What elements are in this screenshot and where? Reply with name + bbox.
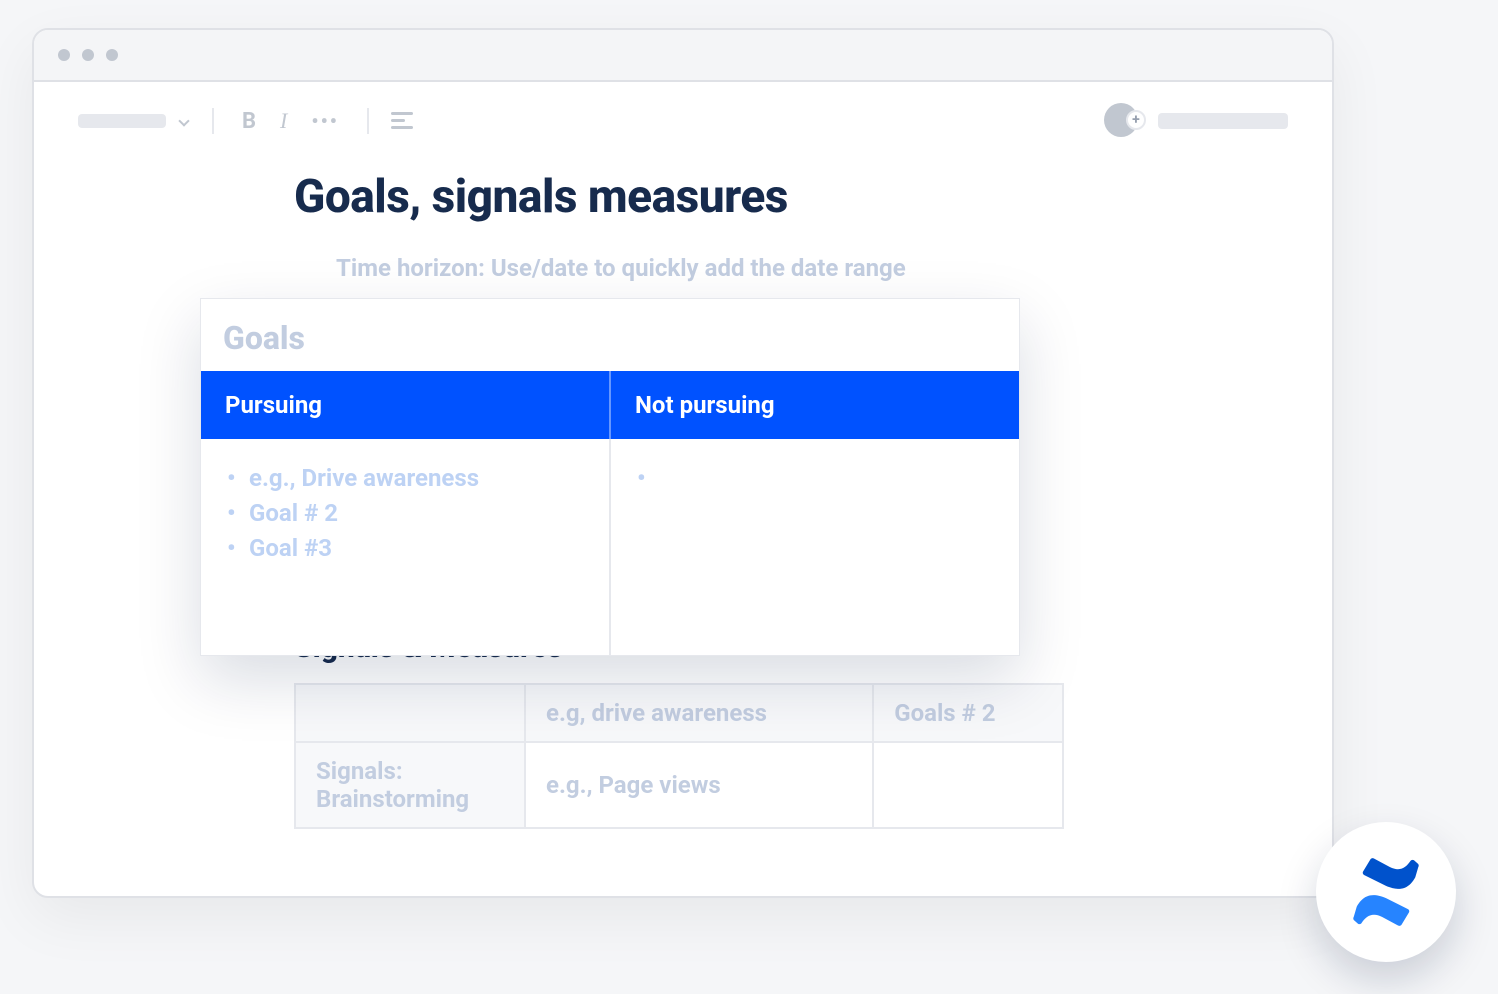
divider	[367, 108, 369, 134]
align-left-icon[interactable]	[391, 112, 413, 130]
editor-toolbar: B I ••• +	[34, 82, 1332, 160]
confluence-logo-chip	[1316, 822, 1456, 962]
goals-col-notpursuing-header: Not pursuing	[609, 371, 1019, 439]
goals-pursuing-cell[interactable]: e.g., Drive awareness Goal # 2 Goal #3	[201, 439, 609, 655]
goals-panel-title: Goals	[201, 299, 1019, 371]
goals-body: e.g., Drive awareness Goal # 2 Goal #3	[201, 439, 1019, 655]
goals-notpursuing-cell[interactable]	[609, 439, 1019, 655]
avatar-stack[interactable]: +	[1104, 103, 1140, 139]
table-row-label[interactable]: Signals: Brainstorming	[295, 742, 525, 828]
more-format-button[interactable]: •••	[305, 111, 345, 131]
text-style-select[interactable]	[78, 114, 166, 128]
table-cell[interactable]: e.g., Page views	[525, 742, 873, 828]
italic-button[interactable]: I	[274, 108, 293, 134]
titlebar	[34, 30, 1332, 82]
time-horizon-hint[interactable]: Time horizon: Use/date to quickly add th…	[294, 254, 1268, 282]
list-item[interactable]: Goal # 2	[219, 496, 591, 531]
toolbar-left: B I •••	[78, 108, 413, 134]
pursuing-list: e.g., Drive awareness Goal # 2 Goal #3	[219, 461, 591, 565]
publish-button[interactable]	[1158, 113, 1288, 129]
table-cell[interactable]	[873, 742, 1063, 828]
toolbar-right: +	[1104, 103, 1288, 139]
page-title[interactable]: Goals, signals measures	[294, 170, 1268, 224]
table-row: Signals: Brainstorming e.g., Page views	[295, 742, 1063, 828]
add-collaborator-button[interactable]: +	[1126, 110, 1146, 130]
traffic-min-icon[interactable]	[82, 49, 94, 61]
table-header[interactable]: e.g, drive awareness	[525, 684, 873, 742]
table-row: e.g, drive awareness Goals # 2	[295, 684, 1063, 742]
goals-panel: Goals Pursuing Not pursuing e.g., Drive …	[200, 298, 1020, 656]
list-item[interactable]: Goal #3	[219, 531, 591, 566]
list-item[interactable]: e.g., Drive awareness	[219, 461, 591, 496]
table-header[interactable]: Goals # 2	[873, 684, 1063, 742]
traffic-close-icon[interactable]	[58, 49, 70, 61]
goals-col-pursuing-header: Pursuing	[201, 371, 609, 439]
divider	[212, 108, 214, 134]
signals-measures-table[interactable]: e.g, drive awareness Goals # 2 Signals: …	[294, 683, 1064, 829]
traffic-max-icon[interactable]	[106, 49, 118, 61]
chevron-down-icon[interactable]	[178, 115, 190, 127]
bold-button[interactable]: B	[236, 109, 262, 134]
table-header[interactable]	[295, 684, 525, 742]
confluence-icon	[1347, 853, 1425, 931]
goals-header-row: Pursuing Not pursuing	[201, 371, 1019, 439]
